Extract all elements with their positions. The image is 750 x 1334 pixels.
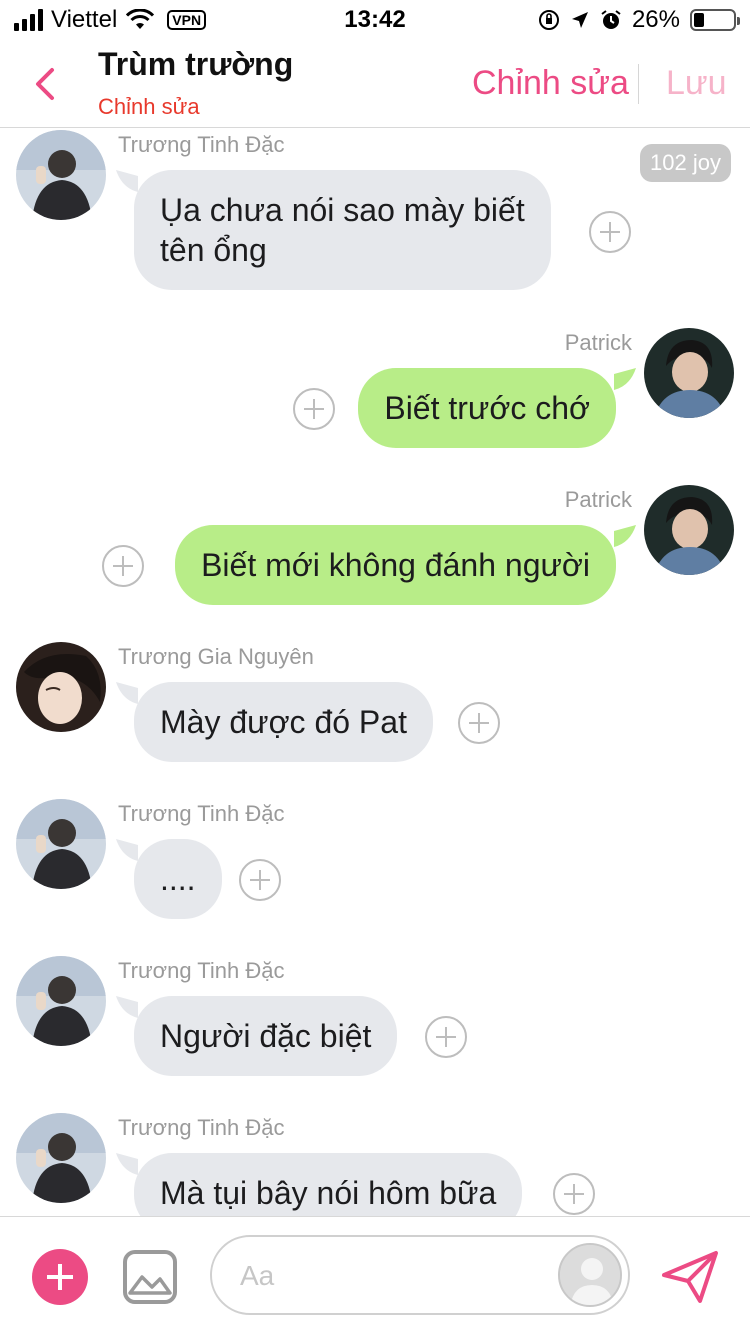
location-icon: [571, 12, 588, 28]
avatar-image: [16, 1113, 106, 1203]
message-input-container[interactable]: [210, 1235, 630, 1315]
sender-name: Trương Gia Nguyên: [118, 644, 314, 669]
avatar-image: [16, 799, 106, 889]
message-bubble[interactable]: Mày được đó Pat: [134, 682, 433, 762]
bubble-tail: [116, 839, 138, 861]
add-reaction-button[interactable]: [589, 211, 631, 253]
sender-name: Trương Tinh Đặc: [118, 132, 285, 157]
message-text: Mày được đó Pat: [160, 704, 407, 740]
add-button[interactable]: [32, 1249, 88, 1305]
avatar[interactable]: [644, 485, 734, 575]
bubble-tail: [614, 525, 636, 547]
avatar[interactable]: [644, 328, 734, 418]
edit-button[interactable]: Chỉnh sửa: [472, 64, 629, 103]
message-input[interactable]: [240, 1251, 540, 1301]
avatar-image: [16, 956, 106, 1046]
add-reaction-button[interactable]: [425, 1016, 467, 1058]
avatar[interactable]: [16, 1113, 106, 1203]
message-bubble[interactable]: Ụa chưa nói sao mày biết tên ổng: [134, 170, 551, 290]
message-bubble[interactable]: Người đặc biệt: [134, 996, 398, 1076]
sender-name: Patrick: [564, 487, 632, 512]
save-button[interactable]: Lưu: [666, 64, 727, 103]
avatar-image: [16, 130, 106, 220]
bubble-tail: [116, 1153, 138, 1175]
header-divider: [638, 64, 639, 104]
page-subtitle: Chỉnh sửa: [98, 94, 200, 119]
add-reaction-button[interactable]: [293, 388, 335, 430]
sender-name: Trương Tinh Đặc: [118, 1115, 285, 1140]
person-placeholder-icon: [560, 1245, 620, 1305]
sender-name: Patrick: [564, 330, 632, 355]
bubble-tail: [116, 996, 138, 1018]
message-bubble[interactable]: Biết mới không đánh người: [175, 525, 616, 605]
message-bubble[interactable]: Biết trước chớ: [358, 368, 616, 448]
message-text: Biết mới không đánh người: [201, 547, 590, 583]
message-bubble[interactable]: ....: [134, 839, 222, 919]
page-title: Trùm trường: [98, 46, 294, 82]
chat-header: Trùm trường Chỉnh sửa Chỉnh sửa Lưu: [0, 42, 750, 128]
sender-name: Trương Tinh Đặc: [118, 958, 285, 983]
bubble-tail: [614, 368, 636, 390]
send-icon[interactable]: [660, 1247, 720, 1307]
add-reaction-button[interactable]: [239, 859, 281, 901]
composer-bar: [0, 1216, 750, 1334]
avatar[interactable]: [16, 642, 106, 732]
avatar-image: [644, 328, 734, 418]
message-text: tên ổng: [160, 232, 267, 268]
avatar-image: [16, 642, 106, 732]
bubble-tail: [116, 170, 138, 192]
message-text: ....: [160, 861, 196, 897]
back-chevron-icon[interactable]: [28, 62, 68, 106]
message-list[interactable]: 102 joy Trương Tinh Đặc Ụa chưa nói sao …: [0, 128, 750, 1216]
avatar[interactable]: [16, 799, 106, 889]
battery-icon: [690, 9, 740, 31]
alarm-icon: [601, 10, 621, 29]
add-reaction-button[interactable]: [553, 1173, 595, 1215]
message-text: Ụa chưa nói sao mày biết: [160, 192, 525, 228]
add-reaction-button[interactable]: [102, 545, 144, 587]
avatar[interactable]: [16, 130, 106, 220]
message-bubble[interactable]: Mà tụi bây nói hôm bữa: [134, 1153, 523, 1216]
character-avatar-button[interactable]: [558, 1243, 622, 1307]
avatar[interactable]: [16, 956, 106, 1046]
message-text: Mà tụi bây nói hôm bữa: [160, 1175, 497, 1211]
image-gallery-icon[interactable]: [122, 1249, 178, 1305]
bubble-tail: [116, 682, 138, 704]
sender-name: Trương Tinh Đặc: [118, 801, 285, 826]
avatar-image: [644, 485, 734, 575]
add-reaction-button[interactable]: [458, 702, 500, 744]
message-text: Biết trước chớ: [384, 390, 590, 426]
joy-count-badge: 102 joy: [640, 144, 731, 182]
status-bar: Viettel VPN 13:42 26%: [0, 0, 750, 42]
orientation-lock-icon: [538, 10, 559, 30]
battery-percent: 26%: [631, 6, 680, 33]
message-text: Người đặc biệt: [160, 1018, 372, 1054]
status-right: 26%: [538, 6, 740, 34]
